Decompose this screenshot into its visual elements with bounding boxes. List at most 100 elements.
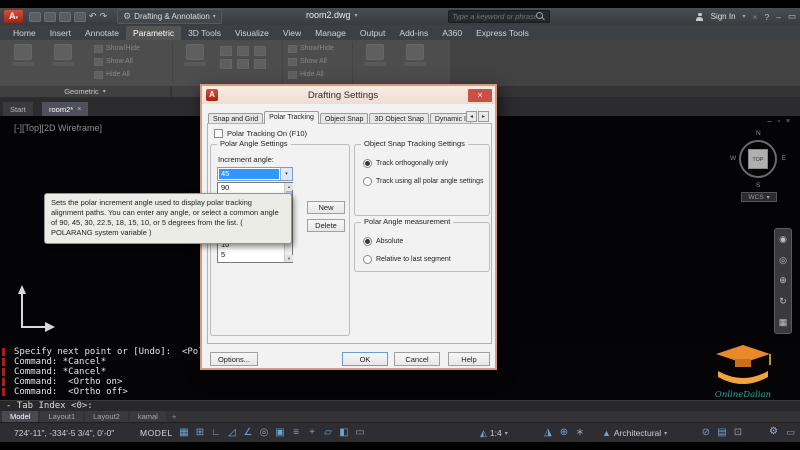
viewcube-top-face[interactable]: TOP: [748, 149, 768, 169]
layout-tab-layout2[interactable]: Layout2: [85, 411, 128, 422]
ribbon-tab-home[interactable]: Home: [6, 26, 43, 40]
dimensional-constraint-button[interactable]: [178, 42, 212, 84]
dialog-close-button[interactable]: ×: [468, 88, 492, 102]
search-box[interactable]: [448, 10, 550, 23]
track-orthogonally-radio[interactable]: Track orthogonally only: [363, 159, 448, 168]
dialog-tab-polar-tracking[interactable]: Polar Tracking: [264, 111, 319, 124]
constraint-settings-button[interactable]: [398, 42, 432, 84]
command-input-line[interactable]: - Tab Index <0>:: [0, 400, 800, 411]
radio-icon[interactable]: [363, 255, 372, 264]
hide-all-button[interactable]: Hide All: [94, 69, 166, 80]
close-icon[interactable]: ×: [786, 118, 790, 125]
minimize-icon[interactable]: –: [768, 118, 772, 125]
layout-tab-kamal[interactable]: kamal: [129, 411, 166, 422]
ribbon-tab-manage[interactable]: Manage: [308, 26, 353, 40]
app-menu-button[interactable]: A▾: [4, 10, 23, 23]
snap-icon[interactable]: ⊞: [192, 423, 208, 443]
chevron-down-icon[interactable]: ▾: [743, 13, 746, 20]
transparency-icon[interactable]: +: [304, 423, 320, 443]
view-cube[interactable]: N W E S TOP WCS ▾: [730, 130, 786, 204]
radio-icon[interactable]: [363, 159, 372, 168]
scroll-up-icon[interactable]: ▴: [285, 183, 293, 190]
selection-cycling-icon[interactable]: ▱: [320, 423, 336, 443]
units-control[interactable]: ▲ Architectural ▾: [602, 423, 667, 443]
show-hide-button[interactable]: Show/Hide: [288, 43, 360, 54]
autoscale-icon[interactable]: ⊕: [556, 423, 572, 443]
navigation-wheel-icon[interactable]: ◉: [779, 234, 787, 245]
polar-tracking-on-checkbox[interactable]: Polar Tracking On (F10): [214, 129, 307, 138]
restore-icon[interactable]: ▭: [788, 11, 796, 22]
search-input[interactable]: [452, 12, 536, 21]
dynamic-input-icon[interactable]: ▭: [352, 423, 368, 443]
redo-icon[interactable]: ↷: [100, 10, 108, 23]
annotation-visibility-icon[interactable]: ◮: [540, 423, 556, 443]
undo-icon[interactable]: ↶: [89, 10, 97, 23]
geometric-panel-label[interactable]: Geometric ▾: [0, 86, 170, 97]
tab-scroll-left-icon[interactable]: ◂: [466, 111, 477, 122]
isodraft-icon[interactable]: ∠: [240, 423, 256, 443]
radio-icon[interactable]: [363, 177, 372, 186]
ribbon-tab-add-ins[interactable]: Add-ins: [392, 26, 435, 40]
constraint-tools-grid[interactable]: [220, 46, 274, 69]
search-icon[interactable]: [536, 12, 545, 21]
ribbon-tab-view[interactable]: View: [276, 26, 308, 40]
checkbox-icon[interactable]: [214, 129, 223, 138]
showmotion-icon[interactable]: ▦: [779, 317, 788, 328]
ortho-icon[interactable]: ∟: [208, 423, 224, 443]
compass-north-label[interactable]: N: [756, 130, 761, 137]
delete-angle-button[interactable]: Delete: [307, 219, 345, 232]
new-angle-button[interactable]: New: [307, 201, 345, 214]
lock-ui-icon[interactable]: ▤: [714, 423, 730, 443]
auto-constrain-button[interactable]: [6, 42, 40, 84]
annotation-scale-control[interactable]: ◭ 1:4 ▾: [480, 423, 508, 443]
workspace-switcher[interactable]: ⚙ Drafting & Annotation ▾: [117, 9, 222, 24]
close-icon[interactable]: ×: [77, 106, 81, 113]
chevron-down-icon[interactable]: ▾: [355, 12, 358, 19]
model-space-button[interactable]: MODEL: [140, 428, 173, 438]
increment-angle-combobox[interactable]: 45 ▾: [217, 167, 293, 181]
grid-icon[interactable]: ▦: [176, 423, 192, 443]
combobox-dropdown-icon[interactable]: ▾: [280, 168, 292, 180]
orbit-icon[interactable]: ↻: [779, 296, 787, 307]
compass-south-label[interactable]: S: [756, 182, 760, 189]
compass-west-label[interactable]: W: [730, 155, 736, 162]
ok-button[interactable]: OK: [342, 352, 388, 366]
file-tab-room2[interactable]: room2* ×: [42, 102, 89, 116]
object-snap-tracking-icon[interactable]: ◎: [256, 423, 272, 443]
dialog-titlebar[interactable]: A Drafting Settings ×: [202, 86, 495, 104]
show-all-button[interactable]: Show All: [94, 56, 166, 67]
annotation-monitor-icon[interactable]: ∗: [572, 423, 588, 443]
show-all-button[interactable]: Show All: [288, 56, 360, 67]
show-hide-button[interactable]: Show/Hide: [94, 43, 166, 54]
compass-east-label[interactable]: E: [782, 155, 786, 162]
ribbon-tab-insert[interactable]: Insert: [43, 26, 78, 40]
options-button[interactable]: Options...: [210, 352, 258, 366]
track-all-angles-radio[interactable]: Track using all polar angle settings: [363, 177, 484, 186]
dynamic-ucs-icon[interactable]: ◧: [336, 423, 352, 443]
layout-tab-model[interactable]: Model: [2, 411, 39, 422]
scroll-down-icon[interactable]: ▾: [285, 255, 293, 262]
minimize-icon[interactable]: –: [776, 12, 781, 22]
object-snap-icon[interactable]: ▣: [272, 423, 288, 443]
help-icon[interactable]: ?: [765, 12, 770, 22]
plot-icon[interactable]: [74, 11, 86, 22]
ribbon-tab-express-tools[interactable]: Express Tools: [469, 26, 536, 40]
ribbon-tab-annotate[interactable]: Annotate: [78, 26, 126, 40]
cancel-button[interactable]: Cancel: [394, 352, 440, 366]
pan-icon[interactable]: ◎: [779, 255, 787, 266]
relative-radio[interactable]: Relative to last segment: [363, 255, 451, 264]
wcs-menu[interactable]: WCS ▾: [741, 192, 777, 202]
polar-tracking-icon[interactable]: ◿: [224, 423, 240, 443]
open-file-icon[interactable]: [44, 11, 56, 22]
ribbon-tab-visualize[interactable]: Visualize: [228, 26, 276, 40]
zoom-icon[interactable]: ⊕: [779, 275, 787, 286]
ribbon-tab-parametric[interactable]: Parametric: [125, 26, 182, 40]
tab-scroll-right-icon[interactable]: ▸: [478, 111, 489, 122]
ribbon-tab-3d-tools[interactable]: 3D Tools: [181, 26, 228, 40]
absolute-radio[interactable]: Absolute: [363, 237, 403, 246]
new-file-icon[interactable]: [29, 11, 41, 22]
quick-properties-icon[interactable]: ⊘: [698, 423, 714, 443]
angle-option[interactable]: 90: [218, 183, 284, 193]
file-tab-start[interactable]: Start: [3, 102, 33, 116]
clean-screen-icon[interactable]: ▭: [786, 427, 795, 438]
